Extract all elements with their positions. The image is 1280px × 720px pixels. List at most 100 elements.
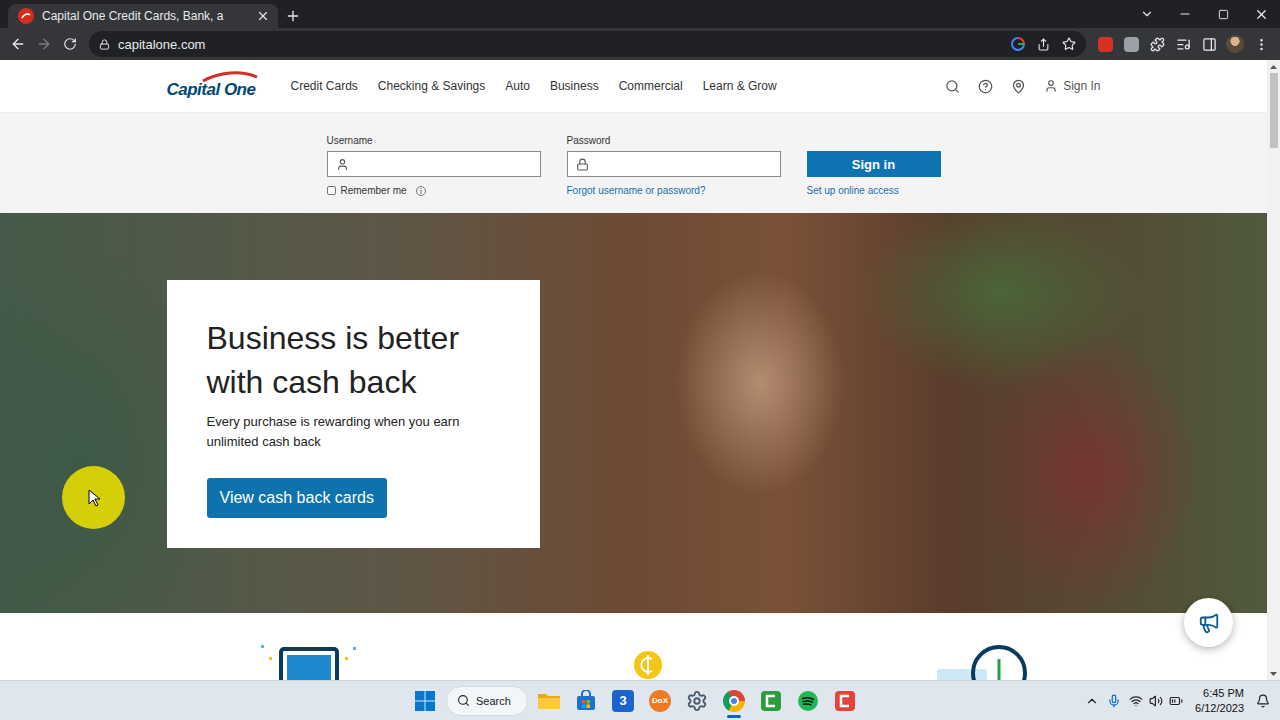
microphone-icon[interactable] bbox=[1107, 694, 1121, 708]
browser-tab[interactable]: Capital One Credit Cards, Bank, a bbox=[8, 4, 278, 28]
side-panel-icon bbox=[1202, 37, 1217, 52]
location-icon[interactable] bbox=[1011, 79, 1026, 94]
tab-title: Capital One Credit Cards, Bank, a bbox=[42, 9, 248, 23]
media-list-icon bbox=[1176, 37, 1191, 52]
mouse-cursor-icon bbox=[88, 489, 100, 507]
hero-title: Business is better with cash back bbox=[207, 316, 500, 404]
share-icon[interactable] bbox=[1037, 38, 1050, 51]
menu-button[interactable] bbox=[1248, 31, 1274, 57]
nav-item[interactable]: Commercial bbox=[619, 79, 683, 93]
screen-confetti-icon bbox=[255, 643, 365, 680]
tab-search-button[interactable] bbox=[1128, 0, 1166, 28]
megaphone-icon bbox=[1198, 612, 1220, 634]
taskbar-search[interactable]: Search bbox=[446, 686, 528, 716]
username-field[interactable] bbox=[327, 151, 541, 177]
google-lens-icon[interactable] bbox=[1011, 37, 1025, 51]
camtasia-icon bbox=[760, 690, 782, 712]
sign-in-button[interactable]: Sign in bbox=[807, 151, 941, 177]
dox-icon: DoX bbox=[649, 690, 671, 712]
show-hidden-icons-icon[interactable] bbox=[1085, 694, 1099, 708]
close-tab-icon[interactable] bbox=[256, 9, 270, 23]
info-icon[interactable] bbox=[416, 186, 426, 196]
maximize-button[interactable] bbox=[1204, 0, 1242, 28]
store-icon bbox=[575, 690, 597, 712]
lock-icon bbox=[99, 39, 110, 50]
start-button[interactable] bbox=[407, 683, 443, 719]
new-tab-button[interactable] bbox=[278, 4, 308, 28]
close-icon bbox=[1254, 7, 1269, 22]
media-button[interactable] bbox=[1170, 31, 1196, 57]
grey-extension-icon bbox=[1124, 37, 1139, 52]
close-window-button[interactable] bbox=[1242, 0, 1280, 28]
scroll-thumb[interactable] bbox=[1270, 73, 1278, 148]
nav-item[interactable]: Checking & Savings bbox=[378, 79, 485, 93]
username-input[interactable] bbox=[353, 156, 532, 173]
web-page: Capital One Credit Cards Checking & Saving… bbox=[0, 60, 1267, 680]
plus-icon bbox=[285, 8, 301, 24]
search-icon bbox=[457, 694, 470, 707]
view-cards-button[interactable]: View cash back cards bbox=[207, 478, 387, 518]
reload-button[interactable] bbox=[57, 31, 83, 57]
search-icon[interactable] bbox=[945, 79, 960, 94]
capital-one-favicon-icon bbox=[18, 8, 34, 24]
recorder-icon bbox=[834, 690, 856, 712]
remember-me-label: Remember me bbox=[341, 185, 407, 196]
chat-button[interactable] bbox=[1184, 598, 1233, 647]
taskbar-app[interactable] bbox=[790, 683, 826, 719]
help-icon[interactable] bbox=[978, 79, 993, 94]
taskbar-app[interactable] bbox=[716, 683, 752, 719]
date-text: 6/12/2023 bbox=[1195, 701, 1244, 716]
red-extension-icon bbox=[1098, 37, 1113, 52]
setup-access-link[interactable]: Set up online access bbox=[807, 185, 899, 196]
quick-settings[interactable] bbox=[1129, 694, 1183, 708]
nav-item[interactable]: Credit Cards bbox=[291, 79, 358, 93]
user-icon bbox=[336, 158, 349, 171]
taskbar-app[interactable]: DoX bbox=[642, 683, 678, 719]
url-text: capitalone.com bbox=[118, 37, 205, 52]
taskbar-app[interactable] bbox=[568, 683, 604, 719]
notifications-icon[interactable] bbox=[1256, 694, 1270, 708]
extension-button[interactable] bbox=[1118, 31, 1144, 57]
extension-button[interactable] bbox=[1092, 31, 1118, 57]
minimize-icon bbox=[1178, 7, 1192, 21]
login-form: UsernameRemember mePasswordForgot userna… bbox=[0, 113, 1267, 213]
forgot-link[interactable]: Forgot username or password? bbox=[567, 185, 706, 196]
nav-item[interactable]: Auto bbox=[505, 79, 530, 93]
back-button[interactable] bbox=[5, 31, 31, 57]
battery-icon bbox=[1169, 694, 1183, 708]
password-input[interactable] bbox=[593, 156, 772, 173]
back-arrow-icon bbox=[10, 36, 26, 52]
profile-button[interactable] bbox=[1222, 31, 1248, 57]
taskbar-app[interactable] bbox=[531, 683, 567, 719]
extensions-button[interactable] bbox=[1144, 31, 1170, 57]
scrollbar[interactable] bbox=[1267, 60, 1280, 680]
hero-subtitle: Every purchase is rewarding when you ear… bbox=[207, 412, 500, 452]
side-panel-button[interactable] bbox=[1196, 31, 1222, 57]
lock-icon bbox=[576, 158, 589, 171]
capital-one-logo[interactable]: Capital One bbox=[167, 73, 259, 100]
maximize-icon bbox=[1218, 9, 1229, 20]
taskbar-app[interactable] bbox=[753, 683, 789, 719]
sign-in-link[interactable]: Sign In bbox=[1044, 79, 1100, 93]
more-icon bbox=[1254, 37, 1269, 52]
nav-item[interactable]: Business bbox=[550, 79, 599, 93]
taskbar-app[interactable] bbox=[679, 683, 715, 719]
taskbar-app[interactable]: 3 bbox=[605, 683, 641, 719]
chrome-icon bbox=[723, 690, 745, 712]
cursor-highlight bbox=[62, 466, 125, 529]
clock[interactable]: 6:45 PM6/12/2023 bbox=[1191, 686, 1248, 716]
profile-avatar-icon bbox=[1226, 35, 1244, 53]
address-bar[interactable]: capitalone.com bbox=[89, 31, 1086, 57]
bookmark-star-icon[interactable] bbox=[1062, 37, 1076, 51]
password-field[interactable] bbox=[567, 151, 781, 177]
nav-item[interactable]: Learn & Grow bbox=[703, 79, 777, 93]
user-icon bbox=[1044, 79, 1058, 93]
windows-logo-icon bbox=[415, 691, 435, 711]
hero-card: Business is better with cash back Every p… bbox=[167, 280, 540, 548]
minimize-button[interactable] bbox=[1166, 0, 1204, 28]
remember-me-checkbox[interactable] bbox=[327, 186, 336, 195]
forward-arrow-icon bbox=[36, 36, 52, 52]
password-label: Password bbox=[567, 135, 781, 147]
taskbar-app[interactable] bbox=[827, 683, 863, 719]
forward-button[interactable] bbox=[31, 31, 57, 57]
